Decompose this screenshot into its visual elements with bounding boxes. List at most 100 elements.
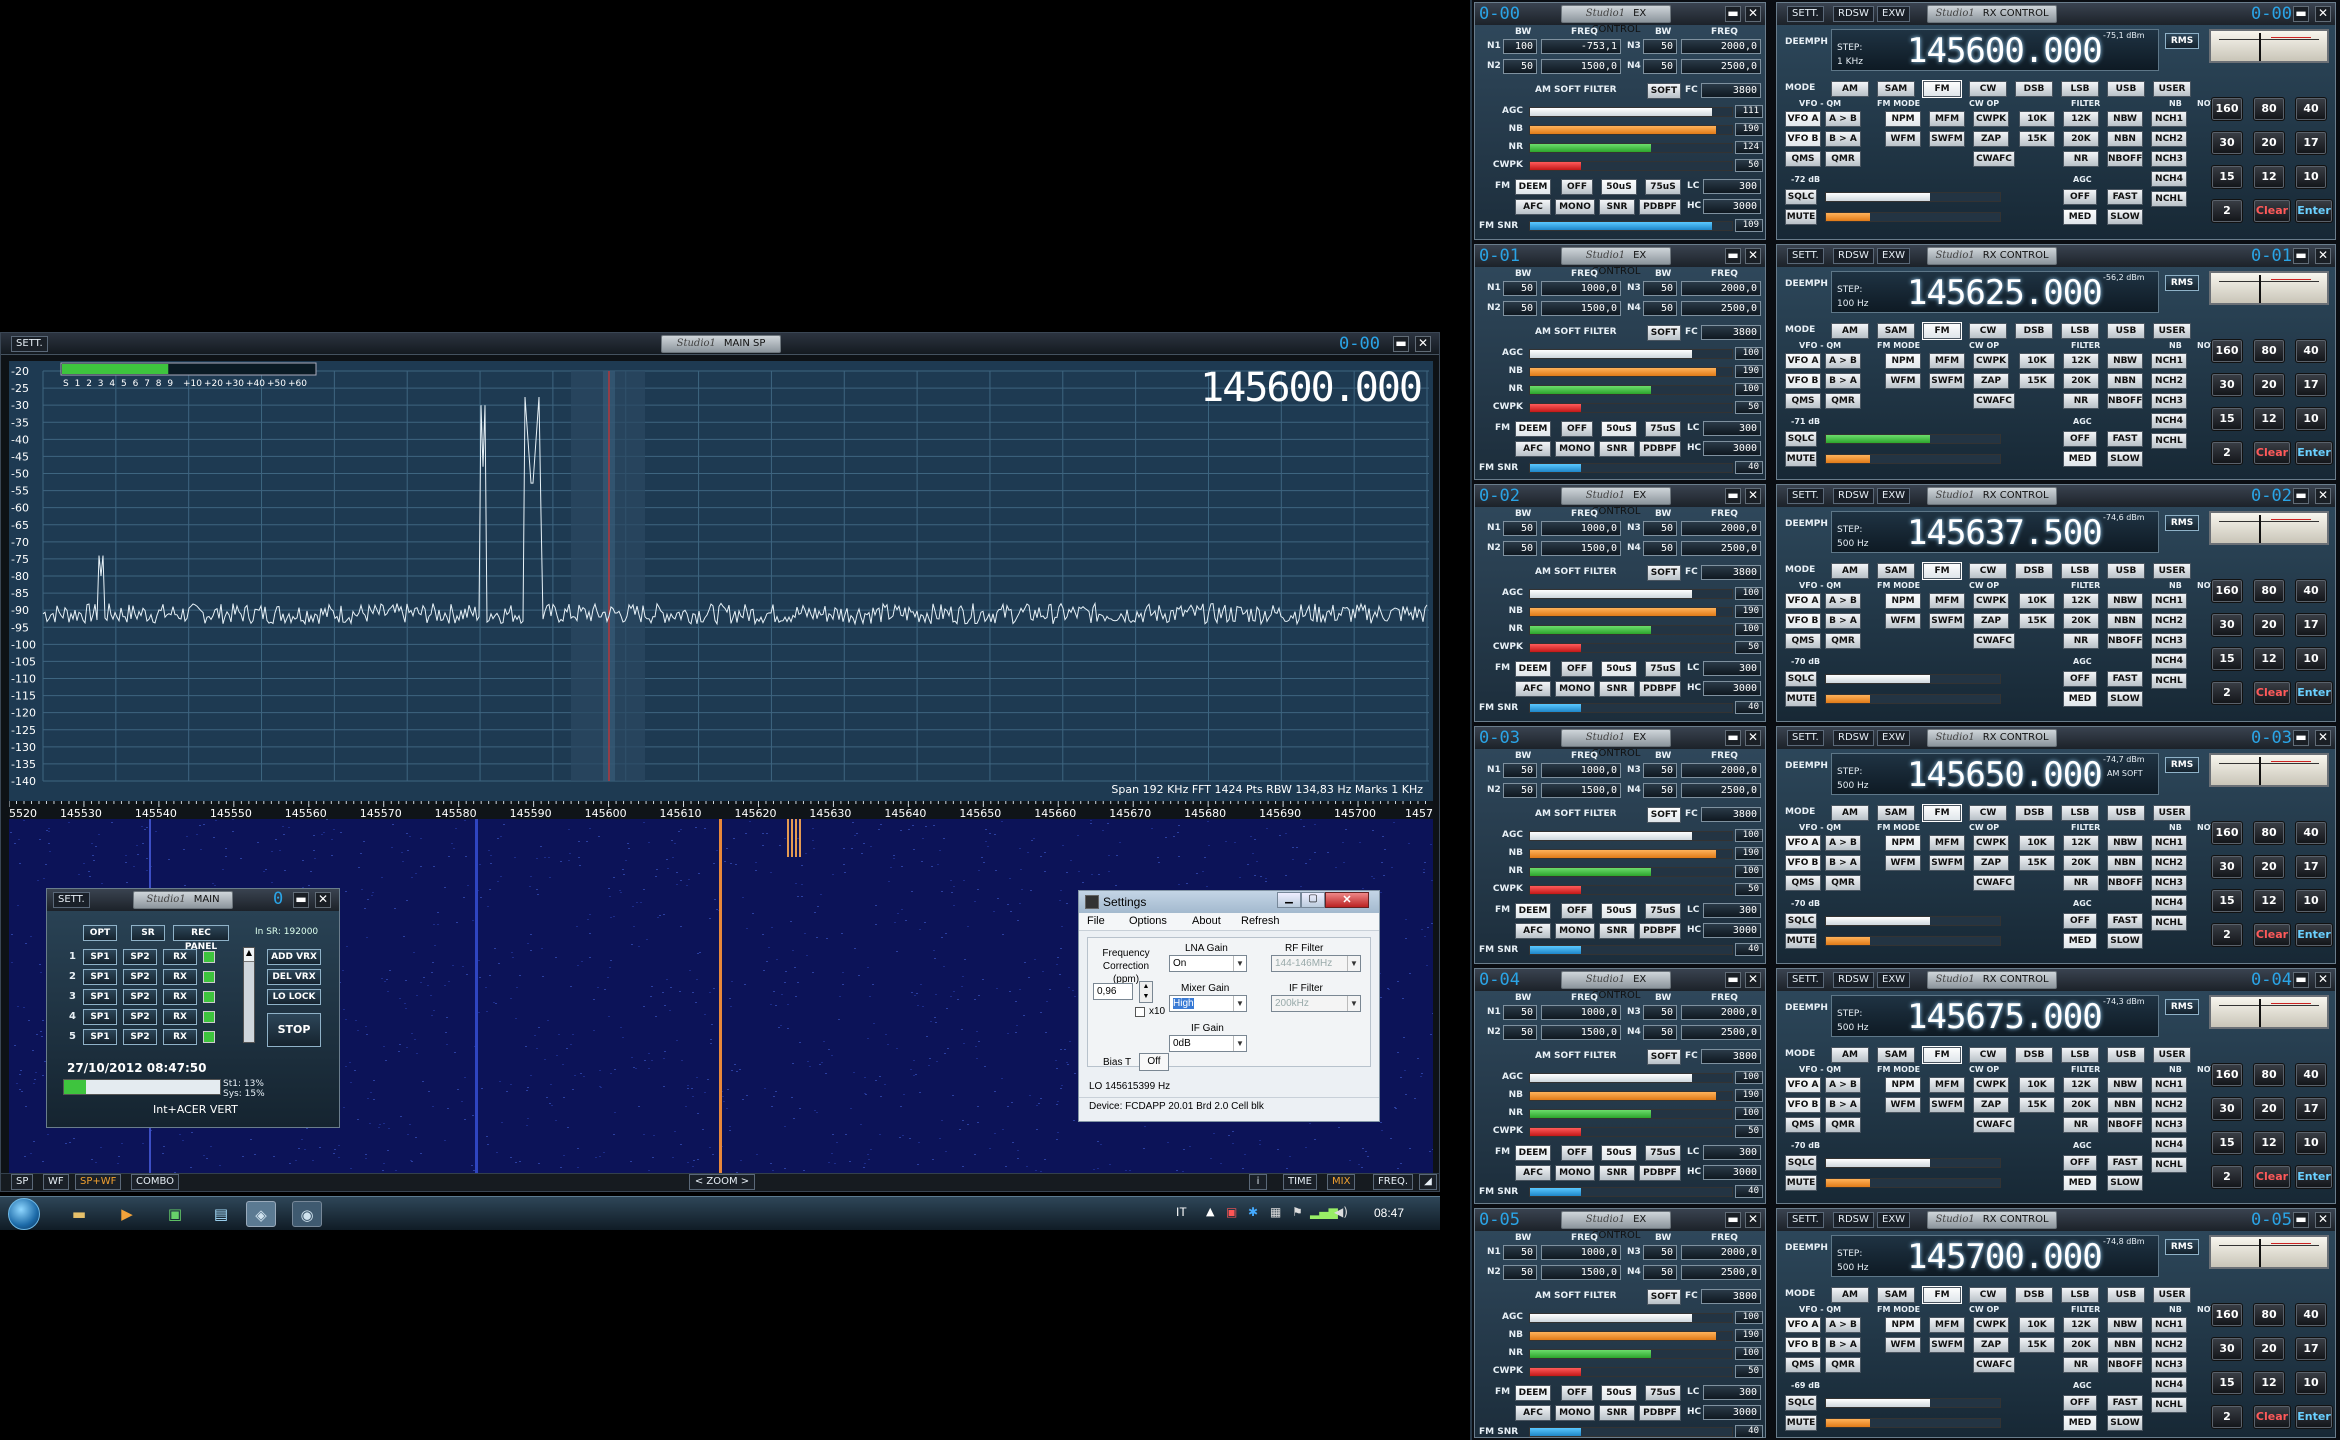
main-panel-titlebar[interactable]: SETT. Studio1 MAIN 0 ▬ ✕ — [47, 889, 339, 911]
keypad-2[interactable]: 2 — [2211, 923, 2243, 947]
mute-button[interactable]: MUTE — [1785, 209, 1817, 225]
rx-btn-btoa[interactable]: B > A — [1825, 1337, 1861, 1353]
close-icon[interactable]: ✕ — [2315, 488, 2331, 504]
minimize-icon[interactable]: ▁ — [1277, 892, 1301, 908]
notch-bw-input[interactable]: 50 — [1643, 783, 1677, 798]
rx-btn-zap[interactable]: ZAP — [1973, 373, 2009, 389]
mode-user[interactable]: USER — [2153, 563, 2191, 579]
exw-button[interactable]: EXW — [1877, 1212, 1911, 1228]
studio1-task-icon[interactable]: ◈ — [246, 1201, 276, 1227]
keypad-20[interactable]: 20 — [2253, 1337, 2285, 1361]
rx-btn-atob[interactable]: A > B — [1825, 353, 1861, 369]
us75-button[interactable]: 75uS — [1645, 421, 1681, 437]
keypad-20[interactable]: 20 — [2253, 855, 2285, 879]
rx-btn-cwafc[interactable]: CWAFC — [1973, 393, 2015, 409]
mode-am[interactable]: AM — [1831, 81, 1869, 97]
notch-bw-input[interactable]: 50 — [1643, 301, 1677, 316]
us50-button[interactable]: 50uS — [1601, 421, 1637, 437]
mode-sam[interactable]: SAM — [1877, 563, 1915, 579]
rx-btn-nbn[interactable]: NBN — [2107, 855, 2143, 871]
rx-active-indicator[interactable] — [203, 971, 215, 983]
rx-btn-nboff[interactable]: NBOFF — [2107, 151, 2143, 167]
close-icon[interactable]: ✕ — [1415, 336, 1431, 352]
keypad-2[interactable]: 2 — [2211, 199, 2243, 223]
soft-button[interactable]: SOFT — [1647, 565, 1681, 581]
view-button-sp[interactable]: SP — [11, 1174, 34, 1190]
mute-button[interactable]: MUTE — [1785, 691, 1817, 707]
mute-button[interactable]: MUTE — [1785, 933, 1817, 949]
toolbar-button-time[interactable]: TIME — [1283, 1174, 1318, 1190]
fm-snr-slider[interactable] — [1529, 703, 1733, 713]
rx-active-indicator[interactable] — [203, 1031, 215, 1043]
rx-btn-nch-3[interactable]: NCH4 — [2151, 171, 2187, 187]
keypad-30[interactable]: 30 — [2211, 1097, 2243, 1121]
rx-button[interactable]: RX — [163, 969, 197, 985]
sp2-button[interactable]: SP2 — [123, 1009, 157, 1025]
rx-btn-cwpk[interactable]: CWPK — [1973, 111, 2009, 127]
rx-btn-nbw[interactable]: NBW — [2107, 111, 2143, 127]
rx-btn-f10k[interactable]: 10K — [2019, 1317, 2055, 1333]
keypad-80[interactable]: 80 — [2253, 339, 2285, 363]
us75-button[interactable]: 75uS — [1645, 1385, 1681, 1401]
info-button[interactable]: i — [1249, 1174, 1267, 1190]
rx-btn-nch-l[interactable]: NCHL — [2151, 1157, 2187, 1173]
main-sp-titlebar[interactable]: SETT. Studio1 MAIN SP 0-00 ▬ ✕ — [1, 333, 1439, 355]
sqlc-button[interactable]: SQLC — [1785, 431, 1817, 447]
rx-btn-nbn[interactable]: NBN — [2107, 373, 2143, 389]
rx-btn-f20k[interactable]: 20K — [2063, 131, 2099, 147]
pdbpf-button[interactable]: PDBPF — [1639, 441, 1681, 457]
agc-med-button[interactable]: MED — [2063, 451, 2097, 467]
nb-slider[interactable] — [1529, 1091, 1733, 1101]
rx-btn-nboff[interactable]: NBOFF — [2107, 1117, 2143, 1133]
nr-slider[interactable] — [1529, 143, 1733, 153]
keypad-40[interactable]: 40 — [2295, 339, 2327, 363]
notch-bw-input[interactable]: 50 — [1503, 763, 1537, 778]
us75-button[interactable]: 75uS — [1645, 661, 1681, 677]
rx-btn-nch-0[interactable]: NCH1 — [2151, 593, 2187, 609]
notch-freq-input[interactable]: 2000,0 — [1681, 521, 1761, 536]
rx-btn-vfoa[interactable]: VFO A — [1785, 593, 1821, 609]
notch-freq-input[interactable]: 1000,0 — [1541, 1245, 1621, 1260]
rx-btn-nbn[interactable]: NBN — [2107, 1097, 2143, 1113]
minimize-icon[interactable]: ▬ — [2293, 972, 2309, 988]
keypad-enter[interactable]: Enter — [2295, 1405, 2333, 1429]
mode-fm[interactable]: FM — [1923, 1047, 1961, 1063]
minimize-icon[interactable]: ▬ — [293, 892, 309, 908]
panel-button-lo-lock[interactable]: LO LOCK — [267, 989, 321, 1005]
rx-btn-qms[interactable]: QMS — [1785, 875, 1821, 891]
rows-scrollbar[interactable]: ▲ — [243, 947, 255, 1043]
rx-btn-atob[interactable]: A > B — [1825, 1317, 1861, 1333]
rx-btn-npm[interactable]: NPM — [1885, 111, 1921, 127]
notch-freq-input[interactable]: 1000,0 — [1541, 281, 1621, 296]
mode-dsb[interactable]: DSB — [2015, 563, 2053, 579]
keypad-160[interactable]: 160 — [2211, 339, 2243, 363]
snr-button[interactable]: SNR — [1599, 923, 1635, 939]
exw-button[interactable]: EXW — [1877, 488, 1911, 504]
soft-button[interactable]: SOFT — [1647, 83, 1681, 99]
close-icon[interactable]: ✕ — [2315, 972, 2331, 988]
rx-btn-atob[interactable]: A > B — [1825, 111, 1861, 127]
mode-cw[interactable]: CW — [1969, 323, 2007, 339]
notch-bw-input[interactable]: 50 — [1503, 783, 1537, 798]
rx-active-indicator[interactable] — [203, 951, 215, 963]
minimize-icon[interactable]: ▬ — [1725, 488, 1741, 504]
rx-btn-nbw[interactable]: NBW — [2107, 1077, 2143, 1093]
exw-button[interactable]: EXW — [1877, 730, 1911, 746]
rx-btn-mfm[interactable]: MFM — [1929, 353, 1965, 369]
close-icon[interactable]: ✕ — [1745, 6, 1761, 22]
rx-button[interactable]: RX — [163, 949, 197, 965]
pdbpf-button[interactable]: PDBPF — [1639, 923, 1681, 939]
volume-slider[interactable] — [1825, 454, 2001, 464]
rx-btn-wfm[interactable]: WFM — [1885, 131, 1921, 147]
rx-btn-nch-0[interactable]: NCH1 — [2151, 835, 2187, 851]
rx-btn-f10k[interactable]: 10K — [2019, 353, 2055, 369]
keypad-40[interactable]: 40 — [2295, 1063, 2327, 1087]
rx-btn-vfoa[interactable]: VFO A — [1785, 1317, 1821, 1333]
main-frequency[interactable]: 145600.000 — [1200, 365, 1423, 411]
us50-button[interactable]: 50uS — [1601, 1145, 1637, 1161]
fc-input[interactable]: 3800 — [1701, 1049, 1761, 1064]
close-icon[interactable]: ✕ — [2315, 248, 2331, 264]
rx-btn-qms[interactable]: QMS — [1785, 151, 1821, 167]
nr-slider[interactable] — [1529, 1109, 1733, 1119]
keypad-clear[interactable]: Clear — [2253, 441, 2291, 465]
